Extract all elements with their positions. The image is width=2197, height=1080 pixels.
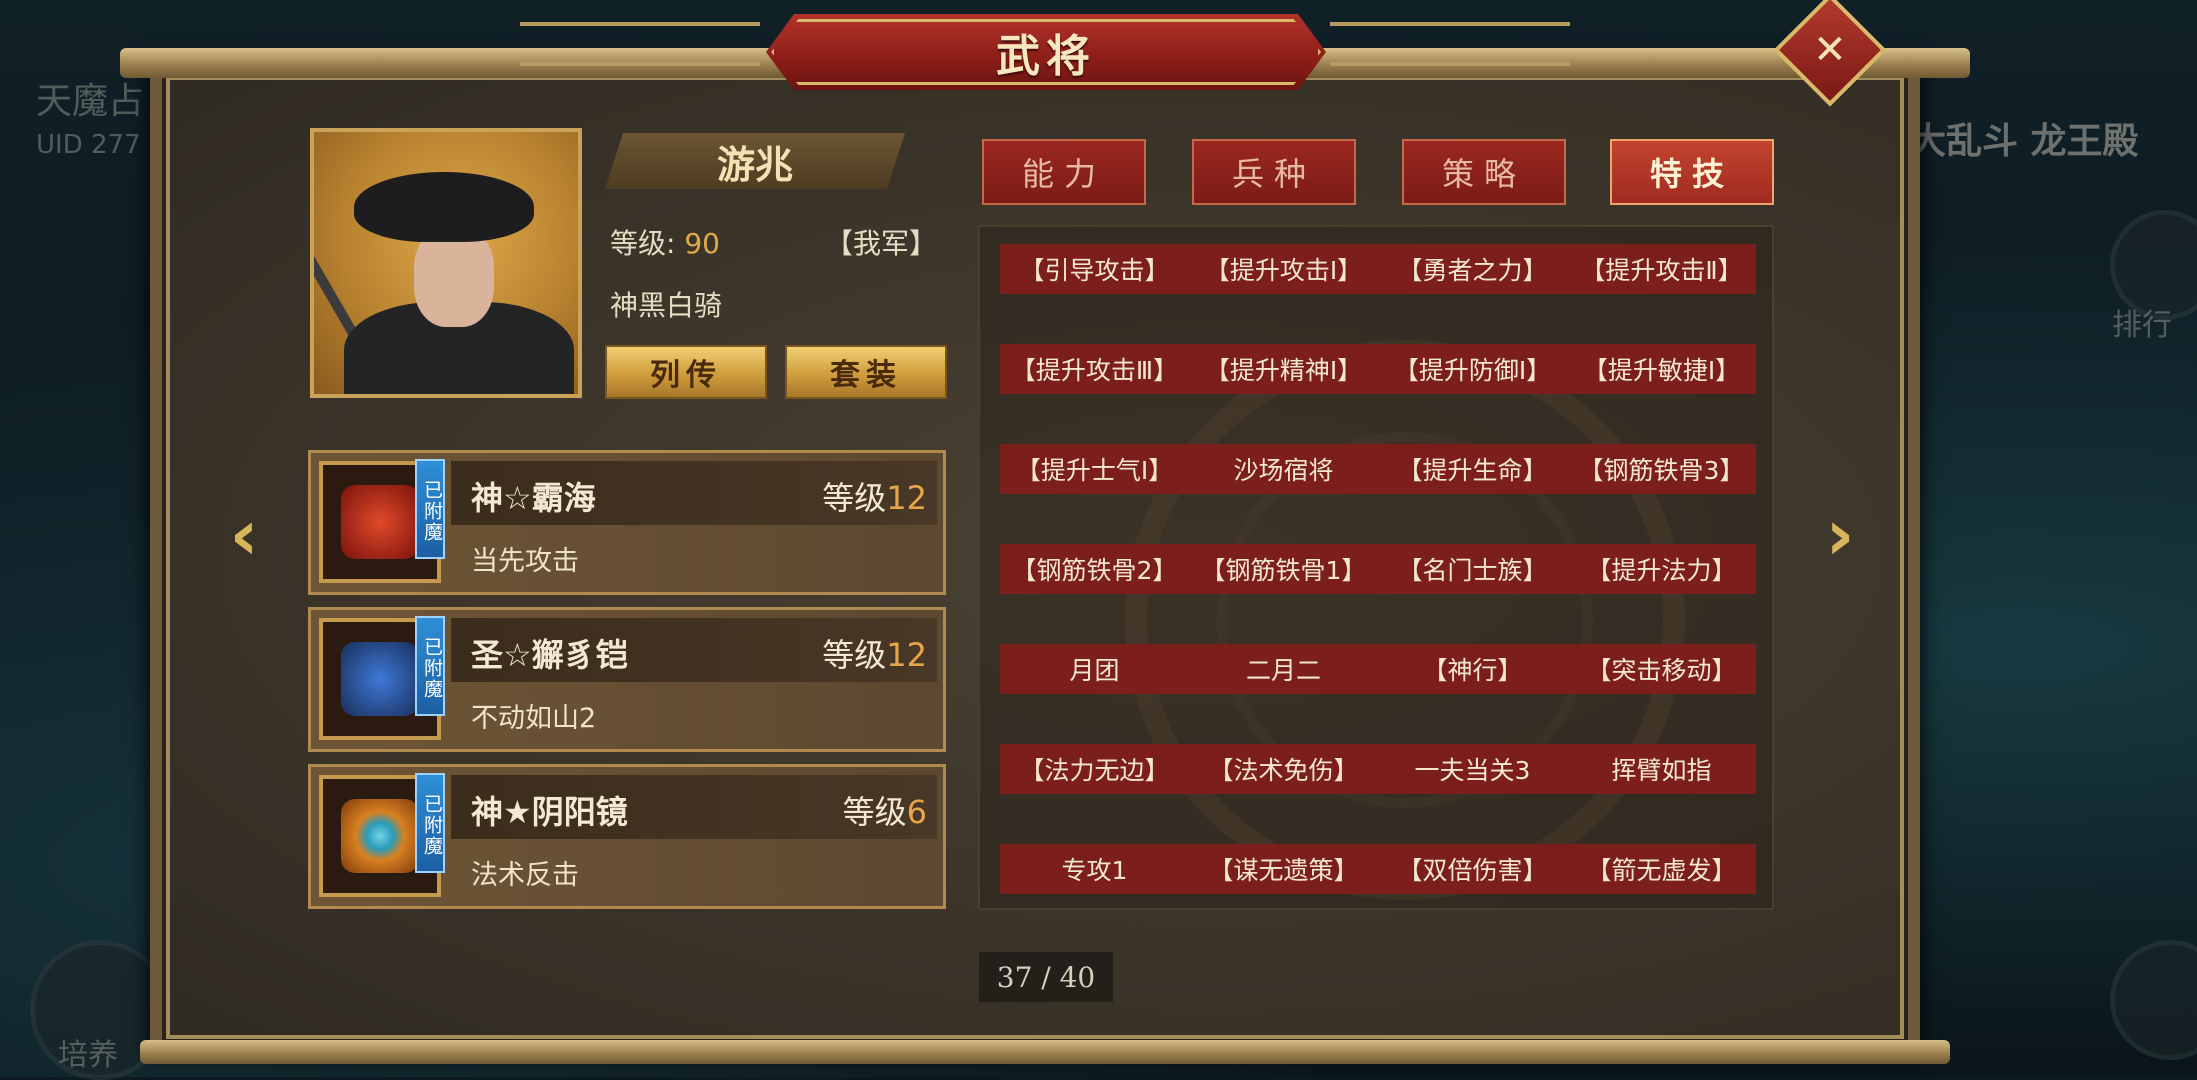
skill-item[interactable]: 【提升法力】 [1567, 544, 1756, 594]
equipment-skill: 法术反击 [471, 860, 579, 891]
equipment-name: 圣☆獬豸铠 [471, 636, 628, 674]
page-indicator: 37 / 40 [979, 952, 1113, 1002]
skill-item[interactable]: 【提升攻击Ⅱ】 [1567, 244, 1756, 294]
skill-item[interactable]: 【提升生命】 [1378, 444, 1567, 494]
skill-item[interactable]: 【提升攻击Ⅰ】 [1189, 244, 1378, 294]
skill-item[interactable]: 【法力无边】 [1000, 744, 1189, 794]
background-player-name: 天魔占 [36, 81, 145, 122]
skill-row: 【法力无边】 【法术免伤】 一夫当关3 挥臂如指 [1000, 744, 1756, 794]
general-level: 等级: 90 [610, 222, 720, 262]
skill-row: 月团 二月二 【神行】 【突击移动】 [1000, 644, 1756, 694]
skill-item[interactable]: 【谋无遗策】 [1189, 844, 1378, 894]
equipment-level: 等级12 [822, 630, 927, 676]
skill-item[interactable]: 【名门士族】 [1378, 544, 1567, 594]
general-faction: 【我军】 [825, 227, 938, 260]
skill-row: 【提升士气Ⅰ】 沙场宿将 【提升生命】 【钢筋铁骨3】 [1000, 444, 1756, 494]
skill-item[interactable]: 【勇者之力】 [1378, 244, 1567, 294]
previous-general-arrow-icon[interactable]: ‹ [222, 500, 266, 570]
special-skills-panel: 【引导攻击】 【提升攻击Ⅰ】 【勇者之力】 【提升攻击Ⅱ】 【提升攻击Ⅲ】 【提… [978, 225, 1774, 910]
background-train-label: 培养 [58, 1038, 118, 1073]
equipment-level-value: 12 [886, 479, 927, 517]
next-general-arrow-icon[interactable]: › [1818, 500, 1862, 570]
title-right-ornament [1330, 22, 1570, 66]
skill-item[interactable]: 【箭无虚发】 [1567, 844, 1756, 894]
tab-strategy[interactable]: 策略 [1402, 139, 1566, 205]
skill-item[interactable]: 【提升攻击Ⅲ】 [1000, 344, 1189, 394]
portrait-face [414, 227, 494, 327]
equipment-level-label: 等级 [822, 636, 887, 674]
equipment-name: 神★阴阳镜 [471, 793, 628, 831]
equipment-slot-accessory[interactable]: 已附魔 神★阴阳镜 等级6 法术反击 [308, 764, 946, 909]
level-label: 等级: [610, 227, 676, 260]
skill-item[interactable]: 沙场宿将 [1189, 444, 1378, 494]
skill-row: 【提升攻击Ⅲ】 【提升精神Ⅰ】 【提升防御Ⅰ】 【提升敏捷Ⅰ】 [1000, 344, 1756, 394]
skill-item[interactable]: 【提升士气Ⅰ】 [1000, 444, 1189, 494]
tab-troop-type[interactable]: 兵种 [1192, 139, 1356, 205]
skill-row: 专攻1 【谋无遗策】 【双倍伤害】 【箭无虚发】 [1000, 844, 1756, 894]
general-name-plate: 游兆 [605, 133, 905, 189]
skill-item[interactable]: 【提升防御Ⅰ】 [1378, 344, 1567, 394]
tab-ability[interactable]: 能力 [982, 139, 1146, 205]
window-bottom-border [140, 1040, 1950, 1064]
skill-item[interactable]: 挥臂如指 [1567, 744, 1756, 794]
title-left-ornament [520, 22, 760, 66]
skill-item[interactable]: 【钢筋铁骨1】 [1189, 544, 1378, 594]
equipment-skill: 当先攻击 [471, 546, 579, 577]
blue-armor-icon [341, 642, 419, 716]
skill-item[interactable]: 【提升精神Ⅰ】 [1189, 344, 1378, 394]
equipment-name: 神☆霸海 [471, 479, 596, 517]
red-sword-icon [341, 485, 419, 559]
background-rank-label: 排行 [2112, 308, 2172, 343]
skill-item[interactable]: 【突击移动】 [1567, 644, 1756, 694]
skill-item[interactable]: 【双倍伤害】 [1378, 844, 1567, 894]
general-portrait [310, 128, 582, 398]
window-title: 武将 [996, 31, 1096, 82]
skill-item[interactable]: 【法术免伤】 [1189, 744, 1378, 794]
level-value: 90 [684, 227, 720, 260]
equipment-skill: 不动如山2 [471, 703, 597, 734]
enchanted-badge: 已附魔 [415, 773, 445, 873]
enchanted-badge: 已附魔 [415, 459, 445, 559]
general-unit-type: 神黑白骑 [610, 289, 723, 322]
equipment-level: 等级6 [843, 787, 927, 833]
skill-row: 【引导攻击】 【提升攻击Ⅰ】 【勇者之力】 【提升攻击Ⅱ】 [1000, 244, 1756, 294]
enchanted-badge: 已附魔 [415, 616, 445, 716]
equipment-level: 等级12 [822, 473, 927, 519]
skill-item[interactable]: 【钢筋铁骨3】 [1567, 444, 1756, 494]
equipment-level-label: 等级 [822, 479, 887, 517]
equipment-level-label: 等级 [842, 793, 907, 831]
skill-item[interactable]: 专攻1 [1000, 844, 1189, 894]
background-player-uid: UID 277 [36, 130, 141, 160]
equipment-level-value: 12 [886, 636, 927, 674]
skill-item[interactable]: 【钢筋铁骨2】 [1000, 544, 1189, 594]
equipment-slot-armor[interactable]: 已附魔 圣☆獬豸铠 等级12 不动如山2 [308, 607, 946, 752]
skill-item[interactable]: 【神行】 [1378, 644, 1567, 694]
orange-mirror-icon [341, 799, 419, 873]
skill-item[interactable]: 【引导攻击】 [1000, 244, 1189, 294]
equipment-slot-weapon[interactable]: 已附魔 神☆霸海 等级12 当先攻击 [308, 450, 946, 595]
background-event-label: 大乱斗 龙王殿 [1910, 121, 2139, 162]
skill-item[interactable]: 二月二 [1189, 644, 1378, 694]
skill-item[interactable]: 【提升敏捷Ⅰ】 [1567, 344, 1756, 394]
skill-item[interactable]: 一夫当关3 [1378, 744, 1567, 794]
skill-row: 【钢筋铁骨2】 【钢筋铁骨1】 【名门士族】 【提升法力】 [1000, 544, 1756, 594]
biography-button[interactable]: 列传 [605, 345, 767, 399]
close-x-icon: ✕ [1813, 26, 1847, 73]
tab-special-skills[interactable]: 特技 [1610, 139, 1774, 205]
equipment-set-button[interactable]: 套装 [785, 345, 947, 399]
equipment-level-value: 6 [906, 793, 927, 831]
general-name: 游兆 [716, 142, 793, 187]
window-title-plate: 武将 [766, 14, 1326, 90]
portrait-bamboo-hat [354, 172, 534, 242]
skill-item[interactable]: 月团 [1000, 644, 1189, 694]
